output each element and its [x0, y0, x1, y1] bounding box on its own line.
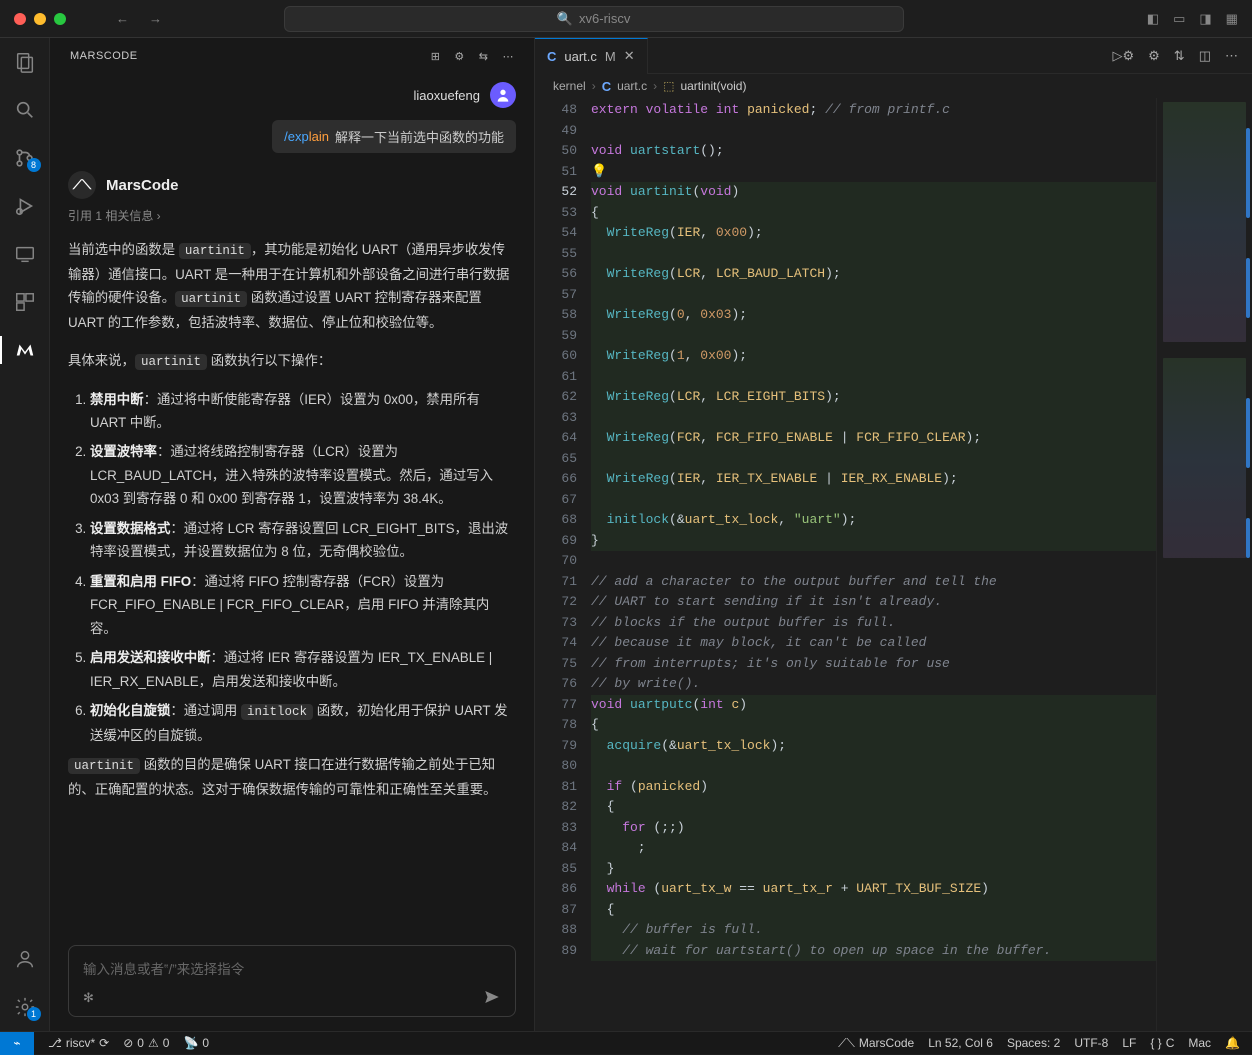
panel-right-icon[interactable]: ◨ [1199, 11, 1211, 27]
git-branch[interactable]: ⎇ riscv* ⟳ [48, 1036, 109, 1050]
diff-icon[interactable]: ⇅ [1174, 48, 1185, 64]
maximize-window[interactable] [54, 13, 66, 25]
extensions-icon[interactable] [13, 290, 37, 314]
answer-item: 启用发送和接收中断：通过将 IER 寄存器设置为 IER_TX_ENABLE |… [90, 646, 516, 693]
marscode-icon[interactable] [13, 338, 37, 362]
remote-indicator[interactable]: ⌁ [0, 1032, 34, 1055]
settings-badge: 1 [27, 1007, 41, 1021]
problems[interactable]: ⊘ 0 ⚠ 0 [123, 1036, 169, 1050]
split-editor-icon[interactable]: ◫ [1199, 48, 1211, 64]
close-window[interactable] [14, 13, 26, 25]
user-command-text: 解释一下当前选中函数的功能 [335, 127, 504, 146]
code-editor[interactable]: 4849505152535455565758596061626364656667… [535, 98, 1252, 1031]
user-command-pill: /explain 解释一下当前选中函数的功能 [272, 120, 516, 153]
user-avatar-icon [490, 82, 516, 108]
marscode-panel: MARSCODE ⊞ ⚙ ⇆ ⋯ liaoxuefeng /explain 解释… [50, 38, 535, 1031]
search-icon[interactable] [13, 98, 37, 122]
symbol-icon: ⬚ [663, 79, 674, 93]
chat-input[interactable]: 输入消息或者‟/”来选择指令 ✻ [68, 945, 516, 1017]
panel-bottom-icon[interactable]: ▭ [1173, 11, 1185, 27]
eol[interactable]: LF [1122, 1036, 1136, 1050]
nav-arrows: ← → [116, 11, 162, 26]
tab-modified-indicator: M [605, 49, 616, 64]
titlebar: ← → 🔍 xv6-riscv ◧ ▭ ◨ ▦ [0, 0, 1252, 38]
nav-forward-icon[interactable]: → [149, 11, 162, 26]
minimap[interactable] [1156, 98, 1252, 1031]
minimize-window[interactable] [34, 13, 46, 25]
settings-icon[interactable]: 1 [13, 995, 37, 1019]
breadcrumb[interactable]: kernel › C uart.c › ⬚ uartinit(void) [535, 74, 1252, 98]
answer-item: 设置波特率：通过将线路控制寄存器（LCR）设置为 LCR_BAUD_LATCH，… [90, 440, 516, 510]
breadcrumb-file[interactable]: uart.c [617, 79, 647, 93]
file-lang-badge: C [547, 49, 556, 64]
answer-item: 初始化自旋锁：通过调用 initlock 函数，初始化用于保护 UART 发送缓… [90, 699, 516, 747]
tab-filename: uart.c [564, 49, 597, 64]
remote-explorer-icon[interactable] [13, 242, 37, 266]
panel-left-icon[interactable]: ◧ [1147, 11, 1159, 27]
ports[interactable]: 📡 0 [183, 1036, 209, 1050]
reference-link[interactable]: 引用 1 相关信息 › [68, 207, 516, 224]
explorer-icon[interactable] [13, 50, 37, 74]
close-tab-icon[interactable]: ✕ [624, 48, 635, 64]
os[interactable]: Mac [1188, 1036, 1211, 1050]
loading-icon: ✻ [83, 990, 94, 1006]
editor-tabs: C uart.c M ✕ ▷⚙ ⚙ ⇅ ◫ ⋯ [535, 38, 1252, 74]
notifications-icon[interactable]: 🔔 [1225, 1036, 1240, 1050]
customize-layout-icon[interactable]: ▦ [1226, 11, 1238, 27]
more-icon[interactable]: ⋯ [503, 50, 515, 63]
editor-settings-icon[interactable]: ⚙ [1148, 48, 1160, 64]
search-icon: 🔍 [557, 11, 573, 27]
run-icon[interactable]: ▷⚙ [1112, 48, 1134, 64]
breadcrumb-folder[interactable]: kernel [553, 79, 586, 93]
username: liaoxuefeng [414, 88, 481, 103]
line-gutter: 4849505152535455565758596061626364656667… [535, 98, 591, 1031]
assistant-name: MarsCode [106, 177, 179, 194]
run-debug-icon[interactable] [13, 194, 37, 218]
chat-input-placeholder: 输入消息或者‟/”来选择指令 [83, 962, 244, 977]
answer-item: 重置和启用 FIFO：通过将 FIFO 控制寄存器（FCR）设置为 FCR_FI… [90, 570, 516, 640]
marscode-status[interactable]: ⟋⟍ MarsCode [838, 1036, 914, 1051]
breadcrumb-fn[interactable]: uartinit(void) [680, 79, 746, 93]
editor-group: C uart.c M ✕ ▷⚙ ⚙ ⇅ ◫ ⋯ kernel › C uart.… [535, 38, 1252, 1031]
editor-more-icon[interactable]: ⋯ [1225, 48, 1238, 64]
collaborate-icon[interactable]: ⇆ [479, 50, 489, 63]
new-chat-icon[interactable]: ⊞ [431, 50, 441, 63]
send-icon[interactable] [483, 988, 501, 1006]
assistant-answer: 当前选中的函数是 uartinit，其功能是初始化 UART（通用异步收发传输器… [68, 238, 516, 802]
answer-item: 禁用中断：通过将中断使能寄存器（IER）设置为 0x00，禁用所有 UART 中… [90, 388, 516, 435]
statusbar: ⌁ ⎇ riscv* ⟳ ⊘ 0 ⚠ 0 📡 0 ⟋⟍ MarsCode Ln … [0, 1031, 1252, 1054]
panel-settings-icon[interactable]: ⚙ [454, 50, 464, 63]
encoding[interactable]: UTF-8 [1074, 1036, 1108, 1050]
account-icon[interactable] [13, 947, 37, 971]
indentation[interactable]: Spaces: 2 [1007, 1036, 1060, 1050]
traffic-lights [14, 13, 66, 25]
source-control-icon[interactable]: 8 [13, 146, 37, 170]
language-mode[interactable]: { } C [1150, 1036, 1174, 1050]
search-text: xv6-riscv [579, 11, 630, 26]
activity-bar: 8 1 [0, 38, 50, 1031]
panel-title: MARSCODE [70, 50, 138, 62]
scm-badge: 8 [27, 158, 41, 172]
cursor-position[interactable]: Ln 52, Col 6 [928, 1036, 993, 1050]
answer-item: 设置数据格式：通过将 LCR 寄存器设置回 LCR_EIGHT_BITS，退出波… [90, 517, 516, 564]
marscode-logo-icon: ⟋⟍ [68, 171, 96, 199]
code-content[interactable]: extern volatile int panicked; // from pr… [591, 98, 1156, 1031]
layout-controls: ◧ ▭ ◨ ▦ [1147, 11, 1238, 27]
nav-back-icon[interactable]: ← [116, 11, 129, 26]
command-center[interactable]: 🔍 xv6-riscv [284, 6, 904, 32]
tab-uart-c[interactable]: C uart.c M ✕ [535, 38, 648, 74]
